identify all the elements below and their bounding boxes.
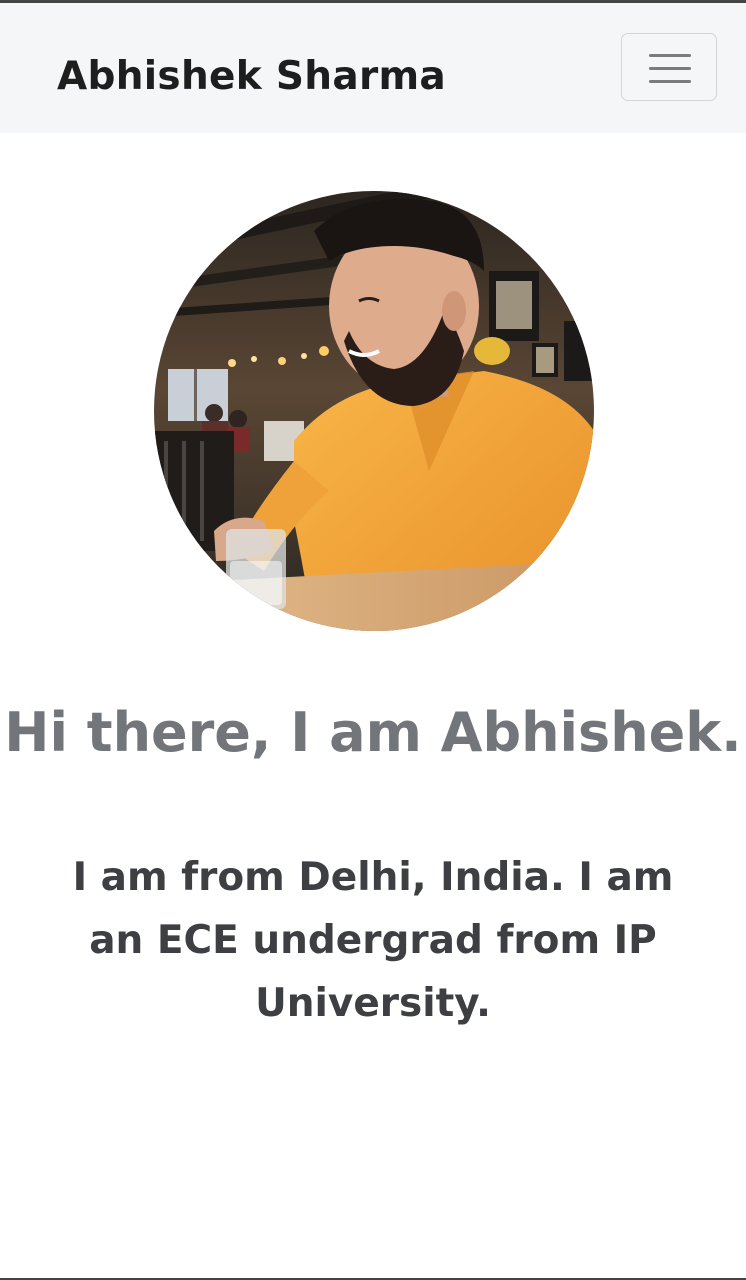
bio-text: I am from Delhi, India. I am an ECE unde… xyxy=(72,855,674,1026)
navbar-toggle-button[interactable] xyxy=(621,33,717,101)
profile-photo xyxy=(154,191,594,631)
greeting-heading: Hi there, I am Abhishek. xyxy=(4,701,742,764)
page: Abhishek Sharma Hi there, I am Abhishek.… xyxy=(0,0,746,1280)
profile-photo-illustration xyxy=(154,191,594,631)
navbar-brand[interactable]: Abhishek Sharma xyxy=(57,47,446,107)
navbar: Abhishek Sharma xyxy=(0,3,746,133)
